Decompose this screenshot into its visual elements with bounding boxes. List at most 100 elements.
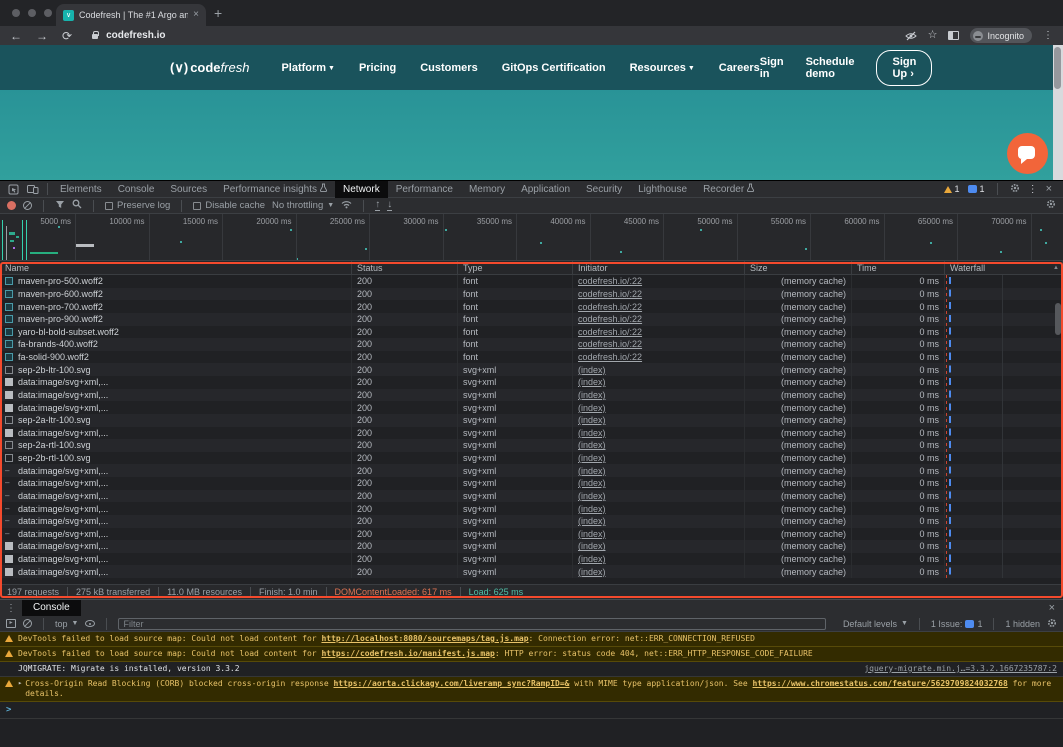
- initiator-link[interactable]: codefresh.io/:22: [578, 314, 642, 324]
- import-har-icon[interactable]: ↑: [375, 200, 380, 211]
- devtools-tab-memory[interactable]: Memory: [461, 181, 513, 198]
- network-request-row[interactable]: data:image/svg+xml,...200svg+xml(index)(…: [0, 376, 1063, 389]
- initiator-link[interactable]: (index): [578, 403, 606, 413]
- live-expression-icon[interactable]: [85, 620, 95, 627]
- devtools-tab-application[interactable]: Application: [513, 181, 578, 198]
- devtools-tab-console[interactable]: Console: [110, 181, 163, 198]
- forward-icon[interactable]: →: [36, 30, 48, 42]
- console-filter-input[interactable]: [118, 618, 825, 630]
- initiator-link[interactable]: codefresh.io/:22: [578, 276, 642, 286]
- column-header-status[interactable]: Status: [352, 261, 458, 274]
- column-header-time[interactable]: Time: [852, 261, 945, 274]
- console-link[interactable]: https://www.chromestatus.com/feature/562…: [753, 679, 1008, 688]
- devtools-tab-lighthouse[interactable]: Lighthouse: [630, 181, 695, 198]
- inspect-element-icon[interactable]: [8, 184, 19, 195]
- network-request-row[interactable]: yaro-bl-bold-subset.woff2200fontcodefres…: [0, 326, 1063, 339]
- network-request-row[interactable]: maven-pro-900.woff2200fontcodefresh.io/:…: [0, 313, 1063, 326]
- initiator-link[interactable]: (index): [578, 567, 606, 577]
- nav-item-customers[interactable]: Customers: [420, 62, 477, 74]
- drawer-close-icon[interactable]: ×: [1049, 602, 1063, 614]
- issues-badge[interactable]: 1: [968, 184, 985, 194]
- initiator-link[interactable]: (index): [578, 529, 606, 539]
- initiator-link[interactable]: codefresh.io/:22: [578, 327, 642, 337]
- console-link[interactable]: https://aorta.clickagy.com/liveramp_sync…: [333, 679, 569, 688]
- network-request-row[interactable]: –data:image/svg+xml,...200svg+xml(index)…: [0, 515, 1063, 528]
- network-settings-icon[interactable]: [1046, 199, 1056, 212]
- column-header-size[interactable]: Size: [745, 261, 852, 274]
- initiator-link[interactable]: (index): [578, 554, 606, 564]
- nav-item-resources[interactable]: Resources ▼: [630, 62, 695, 74]
- drawer-tab-console[interactable]: Console: [22, 600, 81, 616]
- network-request-row[interactable]: –data:image/svg+xml,...200svg+xml(index)…: [0, 490, 1063, 503]
- devtools-tab-network[interactable]: Network: [335, 181, 388, 198]
- initiator-link[interactable]: codefresh.io/:22: [578, 302, 642, 312]
- network-request-row[interactable]: –data:image/svg+xml,...200svg+xml(index)…: [0, 477, 1063, 490]
- devtools-tab-recorder[interactable]: Recorder: [695, 181, 762, 198]
- nav-item-platform[interactable]: Platform ▼: [281, 62, 335, 74]
- search-icon[interactable]: [72, 199, 82, 212]
- console-link[interactable]: http://localhost:8080/sourcemaps/tag.js.…: [321, 634, 528, 643]
- record-icon[interactable]: [7, 201, 16, 210]
- initiator-link[interactable]: (index): [578, 428, 606, 438]
- devtools-tab-sources[interactable]: Sources: [162, 181, 215, 198]
- initiator-link[interactable]: (index): [578, 390, 606, 400]
- network-request-row[interactable]: data:image/svg+xml,...200svg+xml(index)(…: [0, 389, 1063, 402]
- window-controls[interactable]: [12, 9, 52, 17]
- export-har-icon[interactable]: ↓: [387, 200, 392, 211]
- network-request-row[interactable]: data:image/svg+xml,...200svg+xml(index)(…: [0, 540, 1063, 553]
- initiator-link[interactable]: (index): [578, 541, 606, 551]
- console-clear-icon[interactable]: [23, 619, 32, 628]
- preserve-log-checkbox[interactable]: Preserve log: [105, 200, 170, 211]
- console-prompt[interactable]: >: [0, 702, 1063, 719]
- initiator-link[interactable]: (index): [578, 365, 606, 375]
- network-request-row[interactable]: fa-brands-400.woff2200fontcodefresh.io/:…: [0, 338, 1063, 351]
- nav-item-pricing[interactable]: Pricing: [359, 62, 396, 74]
- window-close-button[interactable]: [12, 9, 20, 17]
- console-issues-badge[interactable]: 1 Issue:1: [931, 619, 983, 629]
- initiator-link[interactable]: (index): [578, 377, 606, 387]
- network-request-row[interactable]: sep-2b-ltr-100.svg200svg+xml(index)(memo…: [0, 363, 1063, 376]
- network-request-row[interactable]: –data:image/svg+xml,...200svg+xml(index)…: [0, 464, 1063, 477]
- nav-item-gitops-certification[interactable]: GitOps Certification: [502, 62, 606, 74]
- clear-icon[interactable]: [23, 201, 32, 210]
- device-toolbar-icon[interactable]: [27, 184, 39, 194]
- column-header-waterfall[interactable]: Waterfall▲: [945, 261, 1063, 274]
- initiator-link[interactable]: (index): [578, 415, 606, 425]
- eye-off-icon[interactable]: [905, 31, 917, 41]
- sign-up-button[interactable]: Sign Up ›: [876, 50, 932, 86]
- lock-icon[interactable]: [92, 34, 98, 39]
- codefresh-logo[interactable]: (∨) codefresh: [170, 59, 249, 77]
- network-request-row[interactable]: data:image/svg+xml,...200svg+xml(index)(…: [0, 553, 1063, 566]
- network-conditions-icon[interactable]: [341, 200, 352, 212]
- devtools-tab-elements[interactable]: Elements: [52, 181, 110, 198]
- page-scrollbar[interactable]: [1053, 45, 1063, 180]
- devtools-close-icon[interactable]: ×: [1046, 183, 1052, 195]
- initiator-link[interactable]: codefresh.io/:22: [578, 339, 642, 349]
- devtools-tab-performance[interactable]: Performance: [388, 181, 461, 198]
- initiator-link[interactable]: (index): [578, 453, 606, 463]
- table-scrollbar-thumb[interactable]: [1055, 303, 1061, 335]
- network-request-row[interactable]: –data:image/svg+xml,...200svg+xml(index)…: [0, 528, 1063, 541]
- initiator-link[interactable]: (index): [578, 491, 606, 501]
- column-header-initiator[interactable]: Initiator: [573, 261, 745, 274]
- checkbox-icon[interactable]: [193, 202, 201, 210]
- console-link[interactable]: https://codefresh.io/manifest.js.map: [321, 649, 494, 658]
- initiator-link[interactable]: (index): [578, 516, 606, 526]
- column-header-type[interactable]: Type: [458, 261, 573, 274]
- bookmark-star-icon[interactable]: ☆: [928, 30, 938, 41]
- console-settings-icon[interactable]: [1047, 618, 1057, 630]
- initiator-link[interactable]: (index): [578, 466, 606, 476]
- page-scrollbar-thumb[interactable]: [1054, 47, 1061, 89]
- initiator-link[interactable]: (index): [578, 504, 606, 514]
- disable-cache-checkbox[interactable]: Disable cache: [193, 200, 265, 211]
- back-icon[interactable]: ←: [10, 30, 22, 42]
- console-sidebar-icon[interactable]: ▸: [6, 619, 16, 628]
- tab-close-icon[interactable]: ×: [193, 10, 199, 20]
- initiator-link[interactable]: (index): [578, 478, 606, 488]
- chat-widget-button[interactable]: [1007, 133, 1048, 174]
- url-text[interactable]: codefresh.io: [106, 30, 165, 41]
- devtools-menu-icon[interactable]: ⋮: [1028, 184, 1038, 195]
- window-maximize-button[interactable]: [44, 9, 52, 17]
- network-request-row[interactable]: fa-solid-900.woff2200fontcodefresh.io/:2…: [0, 351, 1063, 364]
- nav-item-careers[interactable]: Careers: [719, 62, 760, 74]
